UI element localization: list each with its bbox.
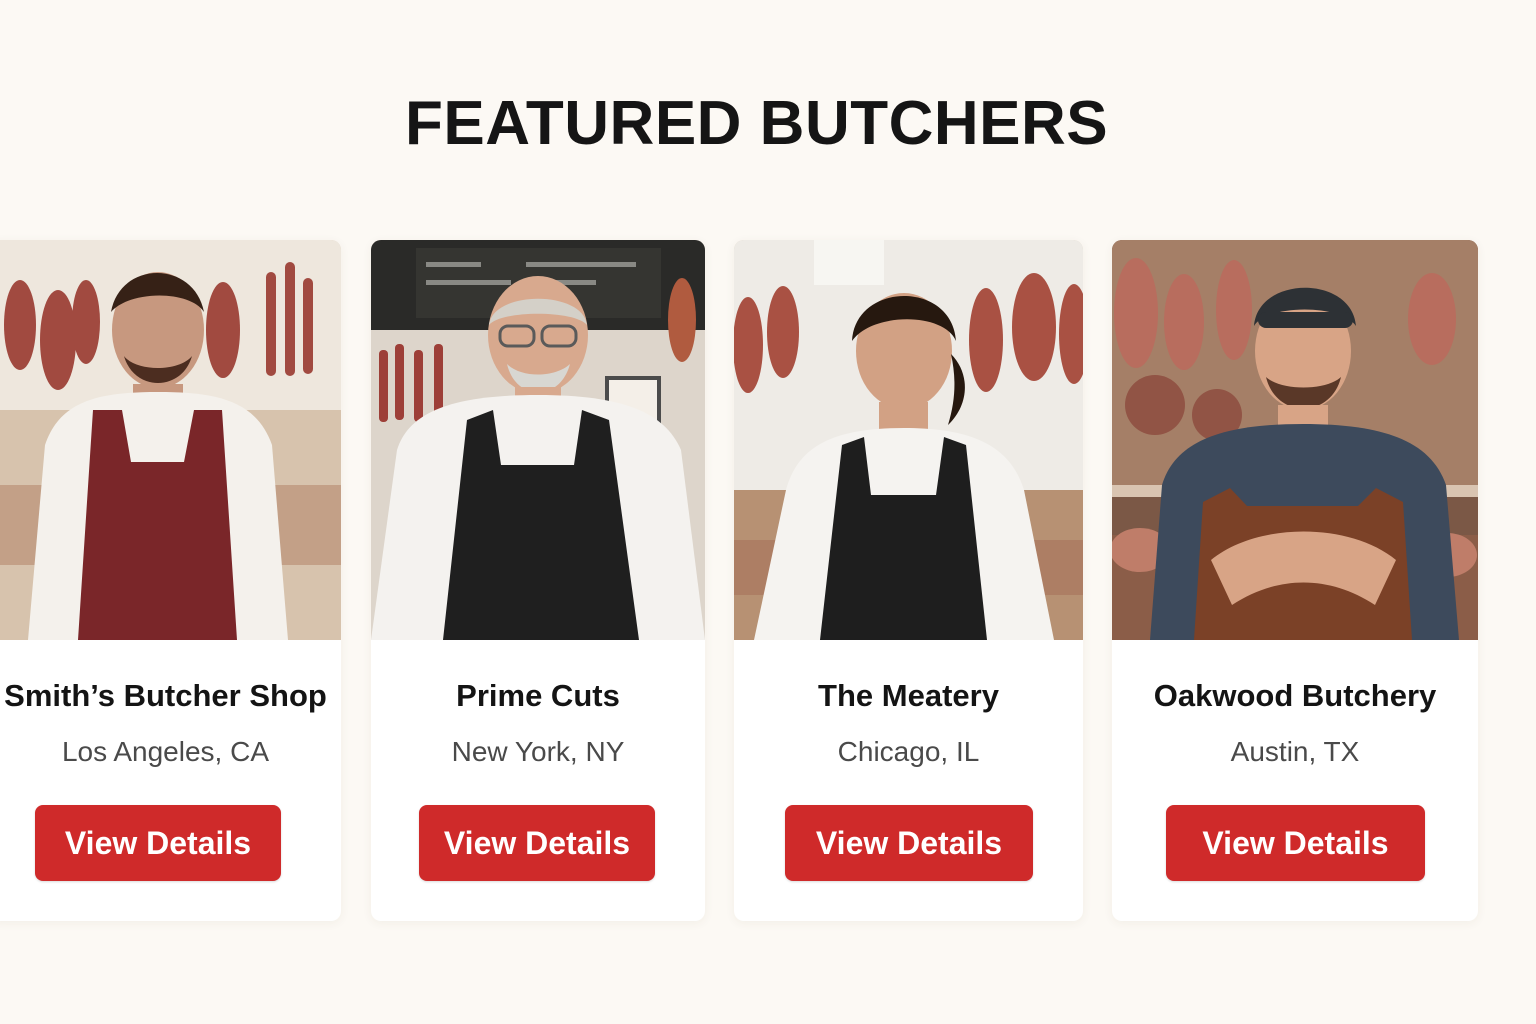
view-details-button[interactable]: View Details (1166, 805, 1425, 881)
butcher-photo-illustration (1112, 240, 1478, 640)
butcher-photo (734, 240, 1083, 640)
view-details-button[interactable]: View Details (35, 805, 281, 881)
butcher-name: The Meatery (818, 678, 999, 713)
butcher-location: Austin, TX (1230, 736, 1360, 767)
butcher-name: Prime Cuts (456, 678, 620, 713)
view-details-button[interactable]: View Details (785, 805, 1033, 881)
butcher-photo-illustration (0, 240, 341, 640)
butcher-photo-illustration (371, 240, 705, 640)
butcher-photo (1112, 240, 1478, 640)
butcher-location: Chicago, IL (837, 736, 980, 767)
butcher-location: Los Angeles, CA (61, 736, 270, 767)
butcher-name: Oakwood Butchery (1153, 678, 1437, 713)
butcher-card[interactable]: Smith’s Butcher Shop Los Angeles, CA Vie… (0, 240, 341, 921)
butcher-photo-illustration (734, 240, 1083, 640)
butcher-card[interactable]: Prime Cuts New York, NY View Details (371, 240, 705, 921)
butcher-photo (371, 240, 705, 640)
butcher-photo (0, 240, 341, 640)
section-title: FEATURED BUTCHERS (405, 89, 1109, 158)
butcher-location: New York, NY (451, 736, 625, 767)
butcher-card[interactable]: Oakwood Butchery Austin, TX View Details (1112, 240, 1478, 921)
view-details-button[interactable]: View Details (419, 805, 655, 881)
butcher-name: Smith’s Butcher Shop (4, 678, 327, 713)
featured-butchers-page: FEATURED BUTCHERS Smith’s Butcher Shop L… (0, 0, 1536, 1024)
butcher-card[interactable]: The Meatery Chicago, IL View Details (734, 240, 1083, 921)
